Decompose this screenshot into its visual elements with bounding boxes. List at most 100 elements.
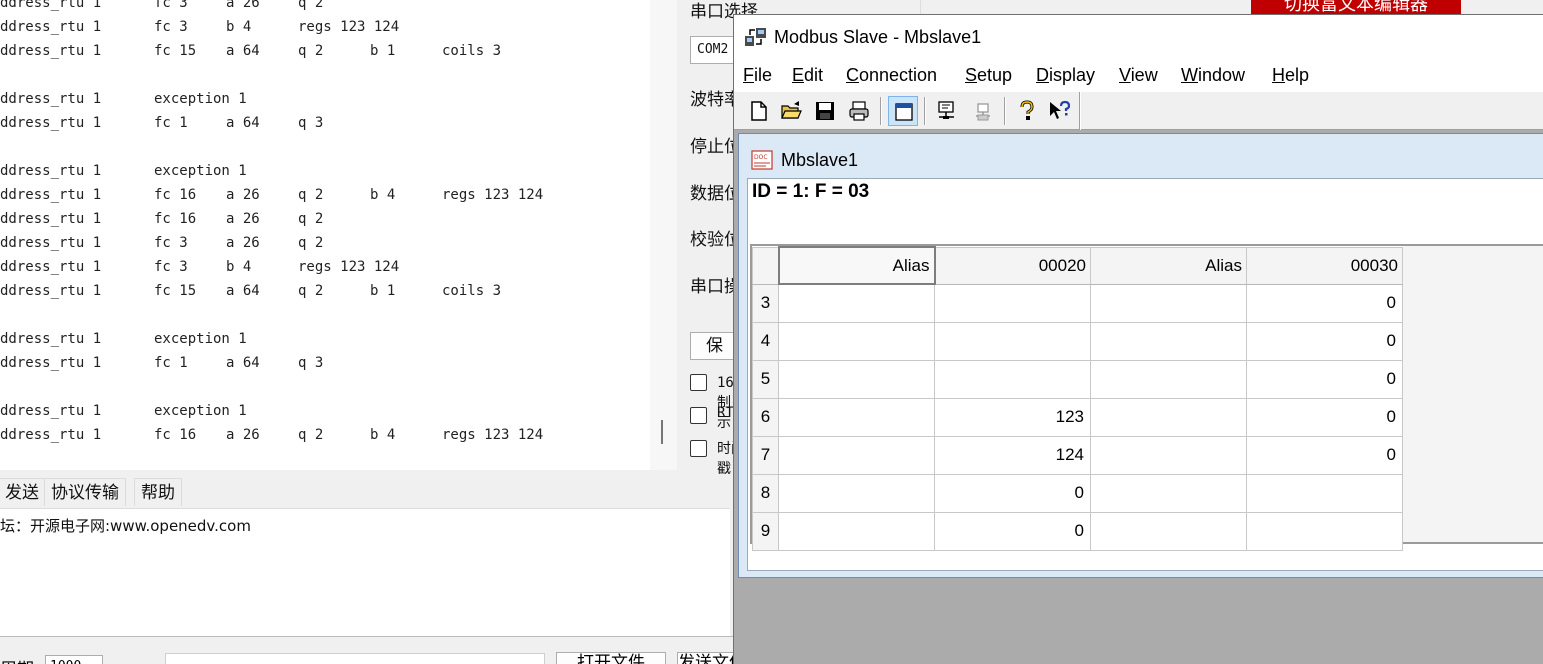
row-header[interactable]: 9 xyxy=(752,511,779,551)
toolbar-separator xyxy=(924,97,926,125)
log-token: fc 1 xyxy=(154,355,188,371)
row-header[interactable]: 4 xyxy=(752,321,779,361)
window-icon[interactable] xyxy=(888,96,918,126)
log-token: fc 3 xyxy=(154,259,188,275)
log-token: exception 1 xyxy=(154,91,247,107)
row-header[interactable]: 8 xyxy=(752,473,779,513)
table-row: 30 xyxy=(752,283,1403,323)
log-scrollbar[interactable] xyxy=(650,0,677,470)
column-header-00030[interactable]: 00030 xyxy=(1246,246,1403,285)
menu-help[interactable]: Help xyxy=(1272,65,1309,86)
log-token: fc 16 xyxy=(154,427,197,443)
column-header-alias-1[interactable]: Alias xyxy=(777,246,936,285)
log-token: q 3 xyxy=(298,355,324,371)
menu-setup[interactable]: Setup xyxy=(965,65,1012,86)
log-token: ddress_rtu 1 xyxy=(0,187,102,203)
column-header-00020[interactable]: 00020 xyxy=(934,246,1091,285)
row-header[interactable]: 7 xyxy=(752,435,779,475)
table-row: 80 xyxy=(752,473,1403,513)
log-token: ddress_rtu 1 xyxy=(0,355,102,371)
log-token: ddress_rtu 1 xyxy=(0,211,102,227)
log-token: a 26 xyxy=(226,187,260,203)
row-header[interactable]: 6 xyxy=(752,397,779,437)
log-token: b 4 xyxy=(370,187,396,203)
value-cell[interactable]: 0 xyxy=(1246,359,1403,399)
log-token: ddress_rtu 1 xyxy=(0,115,102,131)
save-disk-icon[interactable] xyxy=(810,96,840,126)
receive-log-area[interactable]: ddress_rtu 1 fc 3 a 26 q 2 ddress_rtu 1 fc 3 b… xyxy=(0,0,650,470)
child-title-bar[interactable]: DOC Mbslave1 xyxy=(739,134,1543,178)
value-cell[interactable] xyxy=(934,283,1091,323)
menu-display[interactable]: Display xyxy=(1036,65,1095,86)
log-scrollbar-thumb[interactable] xyxy=(661,420,663,444)
alias-cell[interactable] xyxy=(778,283,935,323)
log-token: regs 123 124 xyxy=(442,187,544,203)
alias-cell[interactable] xyxy=(778,321,935,361)
alias-cell[interactable] xyxy=(778,435,935,475)
alias-cell[interactable] xyxy=(778,359,935,399)
alias-cell[interactable] xyxy=(1090,359,1247,399)
alias-cell[interactable] xyxy=(778,511,935,551)
menu-file[interactable]: File xyxy=(743,65,772,86)
open-folder-icon[interactable] xyxy=(776,96,806,126)
alias-cell[interactable] xyxy=(1090,435,1247,475)
alias-cell[interactable] xyxy=(1090,473,1247,513)
connect-icon[interactable] xyxy=(932,96,962,126)
period-label: 周期 xyxy=(0,655,34,664)
log-token: q 2 xyxy=(298,0,324,11)
checkbox-box[interactable] xyxy=(690,440,707,457)
context-help-icon[interactable] xyxy=(1044,96,1074,126)
alias-cell[interactable] xyxy=(1090,321,1247,361)
column-header-alias-2[interactable]: Alias xyxy=(1090,246,1247,285)
value-cell[interactable]: 0 xyxy=(934,473,1091,513)
slave-status-line: ID = 1: F = 03 xyxy=(752,181,870,202)
log-token: fc 15 xyxy=(154,283,197,299)
value-cell[interactable]: 0 xyxy=(1246,397,1403,437)
log-token: a 64 xyxy=(226,355,260,371)
alias-cell[interactable] xyxy=(1090,511,1247,551)
tab-send[interactable]: 发送 xyxy=(0,478,46,506)
alias-cell[interactable] xyxy=(1090,283,1247,323)
title-bar[interactable]: Modbus Slave - Mbslave1 xyxy=(734,15,1543,60)
value-cell[interactable]: 0 xyxy=(1246,283,1403,323)
log-token: a 64 xyxy=(226,43,260,59)
value-cell[interactable]: 0 xyxy=(1246,321,1403,361)
value-cell[interactable] xyxy=(1246,511,1403,551)
grid-corner xyxy=(752,246,779,285)
row-header[interactable]: 3 xyxy=(752,283,779,323)
tab-help[interactable]: 帮助 xyxy=(134,478,182,506)
tab-protocol-transfer[interactable]: 协议传输 xyxy=(44,478,126,506)
log-token: exception 1 xyxy=(154,163,247,179)
log-token: b 4 xyxy=(226,19,252,35)
menu-bar: File Edit Connection Setup Display View … xyxy=(734,60,1543,92)
checkbox-box[interactable] xyxy=(690,407,707,424)
menu-connection[interactable]: Connection xyxy=(846,65,937,86)
period-input[interactable]: 1000 xyxy=(45,655,103,664)
log-token: regs 123 124 xyxy=(298,19,400,35)
child-client-area: ID = 1: F = 03 Alias 00020 Alias 00030 3… xyxy=(747,178,1543,571)
print-icon[interactable] xyxy=(844,96,874,126)
value-cell[interactable] xyxy=(934,359,1091,399)
new-document-icon[interactable] xyxy=(744,96,774,126)
help-icon[interactable] xyxy=(1012,96,1042,126)
menu-view[interactable]: View xyxy=(1119,65,1158,86)
open-file-button[interactable]: 打开文件 xyxy=(556,652,666,664)
file-path-input[interactable] xyxy=(165,653,545,664)
disconnect-icon[interactable] xyxy=(968,96,998,126)
menu-window[interactable]: Window xyxy=(1181,65,1245,86)
alias-cell[interactable] xyxy=(778,473,935,513)
log-token: q 2 xyxy=(298,187,324,203)
log-token: q 2 xyxy=(298,235,324,251)
checkbox-box[interactable] xyxy=(690,374,707,391)
alias-cell[interactable] xyxy=(1090,397,1247,437)
value-cell[interactable] xyxy=(1246,473,1403,513)
row-header[interactable]: 5 xyxy=(752,359,779,399)
alias-cell[interactable] xyxy=(778,397,935,437)
send-text-area[interactable]: 坛：开源电子网:www.openedv.com xyxy=(0,508,730,636)
menu-edit[interactable]: Edit xyxy=(792,65,823,86)
value-cell[interactable]: 0 xyxy=(934,511,1091,551)
value-cell[interactable] xyxy=(934,321,1091,361)
value-cell[interactable]: 123 xyxy=(934,397,1091,437)
value-cell[interactable]: 0 xyxy=(1246,435,1403,475)
value-cell[interactable]: 124 xyxy=(934,435,1091,475)
